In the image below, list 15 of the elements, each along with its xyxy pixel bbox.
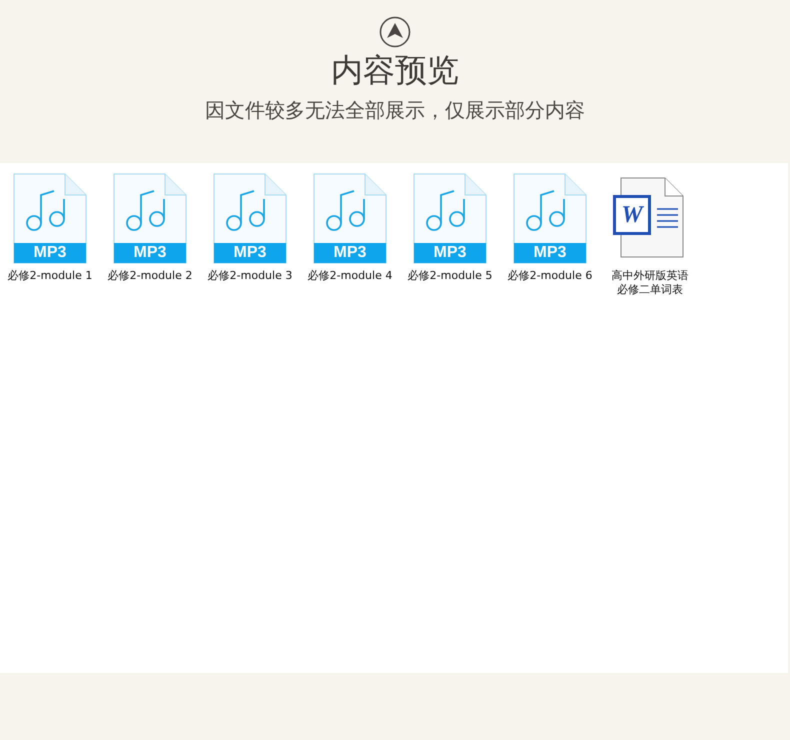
file-name: 必修2-module 5 (406, 269, 494, 283)
file-name: 必修2-module 3 (206, 269, 294, 283)
audio-file-icon[interactable]: MP3 (413, 173, 487, 265)
file-name: 必修2-module 2 (106, 269, 194, 283)
audio-file-icon[interactable]: MP3 (313, 173, 387, 265)
audio-file-icon[interactable]: MP3 (513, 173, 587, 265)
page-title: 内容预览 (331, 50, 459, 90)
audio-file-icon[interactable]: MP3 (113, 173, 187, 265)
audio-file-icon[interactable]: MP3 (13, 173, 87, 265)
file-name: 必修2-module 4 (306, 269, 394, 283)
file-name: 必修2-module 6 (506, 269, 594, 283)
page-subtitle: 因文件较多无法全部展示，仅展示部分内容 (205, 97, 585, 124)
audio-file-icon[interactable]: MP3 (213, 173, 287, 265)
file-name: 必修2-module 1 (6, 269, 94, 283)
file-name: 高中外研版英语必修二单词表 (610, 269, 690, 297)
